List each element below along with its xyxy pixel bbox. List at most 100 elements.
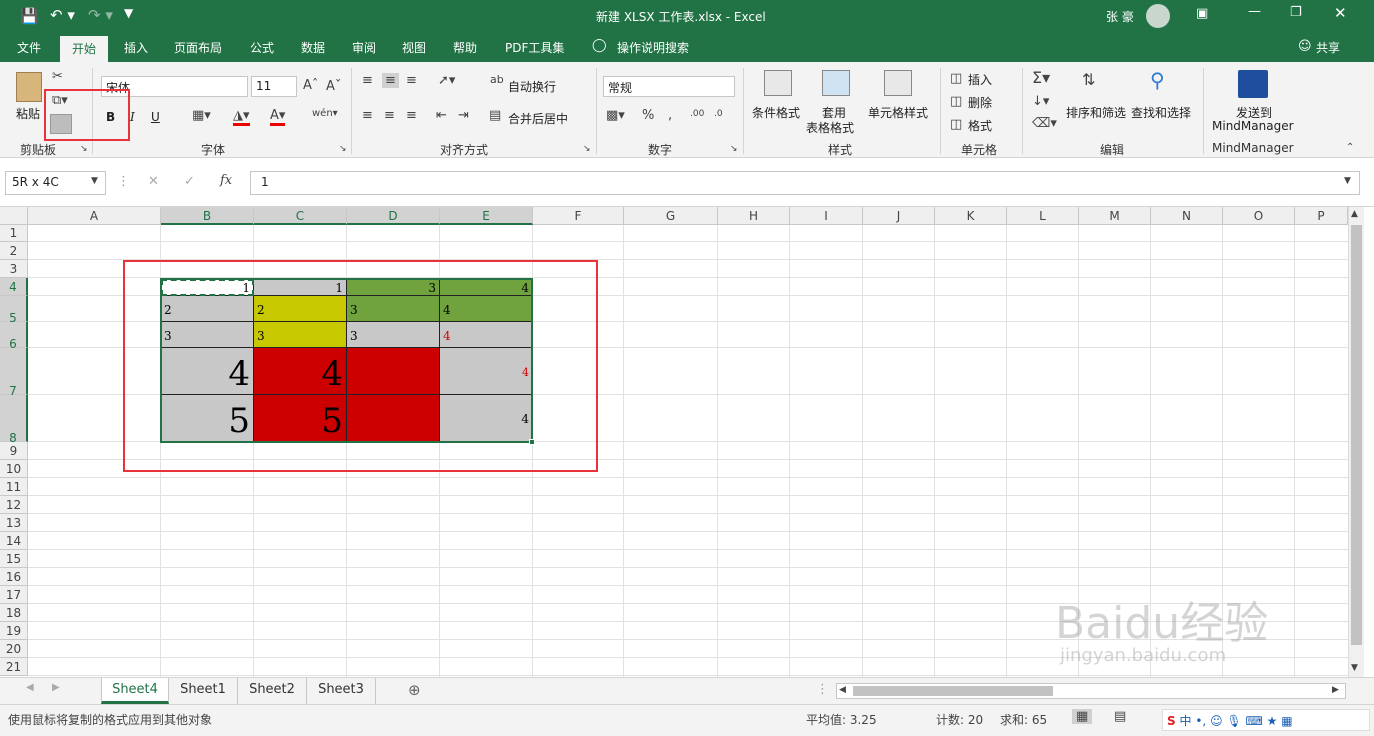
tab-help[interactable]: 帮助	[453, 39, 477, 56]
worksheet-grid[interactable]: ABCDEFGHIJKLMNOP 1 2 3 4 5 6 7 8 9 10 11 12 13 14 15 16…	[0, 207, 1348, 677]
column-header-a[interactable]: A	[28, 207, 161, 225]
cell-styles-button[interactable]: 单元格样式	[868, 104, 928, 121]
avatar[interactable]	[1146, 4, 1170, 28]
minimize-icon[interactable]: —	[1248, 4, 1261, 19]
row-header-16[interactable]: 16	[0, 568, 28, 586]
delete-cells-button[interactable]: 删除	[968, 94, 992, 111]
row-header-11[interactable]: 11	[0, 478, 28, 496]
horizontal-scroll-thumb[interactable]	[853, 686, 1053, 696]
orientation-icon[interactable]: ➚▾	[438, 73, 455, 88]
align-top-icon[interactable]: ≡	[362, 73, 373, 88]
row-header-2[interactable]: 2	[0, 242, 28, 260]
format-cells-icon[interactable]: ◫	[950, 117, 962, 132]
ime-emoji-icon[interactable]: ☺	[1210, 714, 1223, 728]
merge-center-button[interactable]: 合并后居中	[508, 110, 568, 127]
cancel-icon[interactable]: ✕	[148, 174, 159, 189]
align-left-icon[interactable]: ≡	[362, 108, 373, 123]
namebox-dropdown-icon[interactable]: ▼	[91, 176, 98, 186]
column-header-k[interactable]: K	[935, 207, 1007, 225]
column-header-p[interactable]: P	[1295, 207, 1348, 225]
column-header-i[interactable]: I	[790, 207, 863, 225]
row-header-3[interactable]: 3	[0, 260, 28, 278]
fill-icon[interactable]: ↓▾	[1032, 94, 1049, 109]
tab-page-layout[interactable]: 页面布局	[174, 39, 222, 56]
restore-icon[interactable]: ❐	[1290, 5, 1302, 20]
align-bottom-icon[interactable]: ≡	[406, 73, 417, 88]
sort-filter-button[interactable]: 排序和筛选	[1066, 104, 1126, 121]
comma-icon[interactable]: ,	[668, 108, 672, 123]
redo-icon[interactable]: ↷ ▾	[88, 6, 113, 24]
hscroll-right-icon[interactable]: ▶	[1332, 685, 1339, 695]
align-center-icon[interactable]: ≡	[384, 108, 395, 123]
new-sheet-icon[interactable]: ⊕	[408, 681, 421, 699]
number-launcher-icon[interactable]: ↘	[730, 144, 738, 154]
autosum-icon[interactable]: Σ▾	[1032, 68, 1050, 87]
row-header-7[interactable]: 7	[0, 348, 28, 398]
underline-button[interactable]: U	[151, 110, 160, 124]
row-header-4[interactable]: 4	[0, 278, 28, 296]
tab-file[interactable]: 文件	[17, 39, 41, 56]
ime-grid-icon[interactable]: ▦	[1281, 714, 1292, 728]
alignment-launcher-icon[interactable]: ↘	[583, 144, 591, 154]
row-header-14[interactable]: 14	[0, 532, 28, 550]
row-header-20[interactable]: 20	[0, 640, 28, 658]
decrease-indent-icon[interactable]: ⇤	[436, 108, 447, 123]
row-header-8[interactable]: 8	[0, 395, 28, 445]
scroll-tabs-right-icon[interactable]: ▶	[52, 682, 60, 693]
ime-mic-icon[interactable]: 🎙	[1226, 714, 1241, 728]
conditional-format-button[interactable]: 条件格式	[752, 104, 800, 121]
align-middle-icon[interactable]: ≡	[382, 73, 399, 88]
conditional-format-icon[interactable]	[764, 70, 792, 96]
decrease-decimal-icon[interactable]: .0	[714, 109, 723, 119]
collapse-ribbon-icon[interactable]: ⌃	[1346, 142, 1354, 153]
tab-splitter-icon[interactable]: ⋮	[816, 682, 829, 697]
increase-decimal-icon[interactable]: .00	[690, 109, 704, 119]
column-header-e[interactable]: E	[440, 207, 533, 225]
tell-me-search[interactable]: 操作说明搜索	[617, 39, 689, 56]
save-icon[interactable]: 💾	[20, 7, 39, 25]
customize-quick-access-icon[interactable]: ▼	[124, 6, 133, 20]
tab-pdf-tools[interactable]: PDF工具集	[505, 39, 564, 56]
phonetic-icon[interactable]: wén▾	[312, 108, 338, 119]
formula-input[interactable]: 1	[250, 171, 1360, 195]
wrap-text-icon[interactable]: ab	[490, 73, 504, 86]
ime-punct-icon[interactable]: •,	[1195, 714, 1206, 728]
column-header-g[interactable]: G	[624, 207, 718, 225]
ime-chinese-icon[interactable]: 中	[1179, 714, 1191, 728]
sheet-tab-sheet1[interactable]: Sheet1	[169, 678, 238, 704]
expand-formula-icon[interactable]: ▼	[1344, 176, 1351, 186]
column-header-j[interactable]: J	[863, 207, 935, 225]
tab-view[interactable]: 视图	[402, 39, 426, 56]
italic-button[interactable]: I	[130, 110, 135, 124]
row-header-19[interactable]: 19	[0, 622, 28, 640]
user-name[interactable]: 张 豪	[1106, 8, 1134, 25]
column-header-b[interactable]: B	[161, 207, 254, 225]
column-header-m[interactable]: M	[1079, 207, 1151, 225]
column-header-c[interactable]: C	[254, 207, 347, 225]
column-header-o[interactable]: O	[1223, 207, 1295, 225]
row-header-17[interactable]: 17	[0, 586, 28, 604]
row-header-10[interactable]: 10	[0, 460, 28, 478]
decrease-font-icon[interactable]: Aˇ	[326, 79, 341, 94]
insert-cells-button[interactable]: 插入	[968, 71, 992, 88]
ime-keyboard-icon[interactable]: ⌨	[1245, 714, 1262, 728]
row-header-15[interactable]: 15	[0, 550, 28, 568]
percent-icon[interactable]: %	[642, 108, 654, 123]
share-button[interactable]: 共享	[1316, 39, 1340, 56]
ime-toolbar[interactable]: S 中 •, ☺ 🎙 ⌨ ★ ▦	[1162, 709, 1370, 731]
hscroll-left-icon[interactable]: ◀	[839, 685, 846, 695]
row-header-1[interactable]: 1	[0, 225, 28, 242]
sheet-tab-sheet2[interactable]: Sheet2	[238, 678, 307, 704]
number-format-select[interactable]: 常规	[603, 76, 735, 97]
horizontal-scrollbar[interactable]: ◀ ▶	[836, 683, 1346, 699]
row-header-5[interactable]: 5	[0, 296, 28, 325]
find-select-button[interactable]: 查找和选择	[1131, 104, 1191, 121]
font-color-icon[interactable]: A▾	[270, 108, 286, 126]
clear-icon[interactable]: ⌫▾	[1032, 116, 1057, 131]
row-header-21[interactable]: 21	[0, 658, 28, 676]
scroll-up-icon[interactable]: ▲	[1351, 209, 1358, 219]
font-size-select[interactable]: 11	[251, 76, 297, 97]
close-icon[interactable]: ✕	[1334, 4, 1347, 22]
wrap-text-button[interactable]: 自动换行	[508, 78, 556, 95]
tab-review[interactable]: 审阅	[352, 39, 376, 56]
